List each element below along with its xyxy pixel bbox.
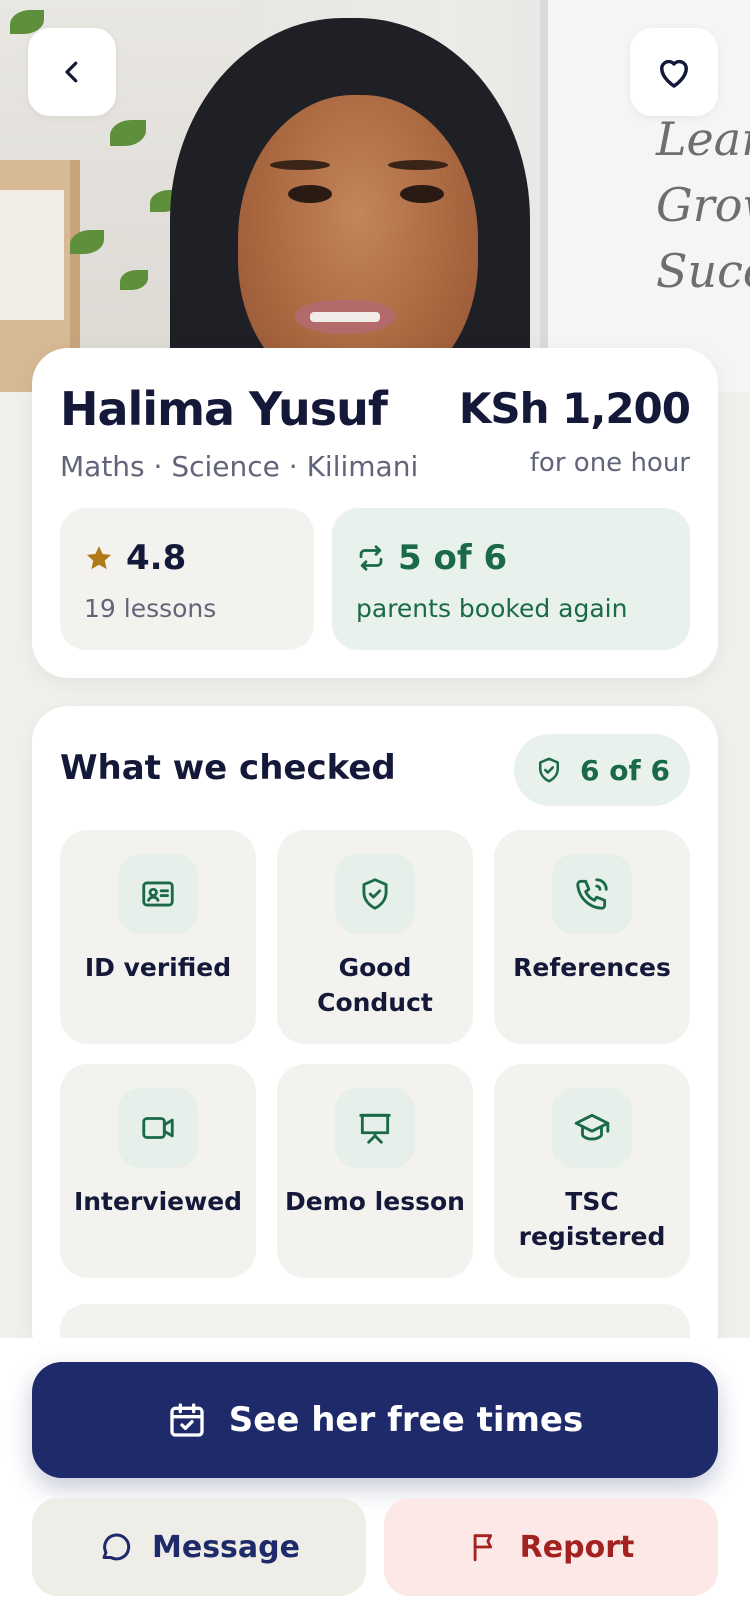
check-tile-id: ID verified xyxy=(60,830,256,1044)
check-tile-conduct: Good Conduct xyxy=(277,830,473,1044)
presentation-icon xyxy=(359,1113,391,1144)
chevron-left-icon xyxy=(65,61,78,83)
calendar-check-icon xyxy=(170,1403,204,1437)
tile-icon-wrap xyxy=(552,854,632,934)
shield-check-icon xyxy=(539,757,560,783)
tile-icon-wrap xyxy=(552,1088,632,1168)
photo-shelf-inner xyxy=(0,190,64,320)
rebook-value: 5 of 6 xyxy=(398,538,508,578)
check-tile-interviewed: Interviewed xyxy=(60,1064,256,1278)
tutor-subjects: Maths · Science · Kilimani xyxy=(60,450,419,483)
checks-title: What we checked xyxy=(60,748,396,788)
tile-icon-wrap xyxy=(335,1088,415,1168)
photo-eye xyxy=(400,185,444,203)
see-free-times-button[interactable]: See her free times xyxy=(32,1362,718,1478)
check-label: Demo lesson xyxy=(285,1187,465,1216)
check-tile-references: References xyxy=(494,830,690,1044)
profile-card: Halima Yusuf KSh 1,200 Maths · Science ·… xyxy=(32,348,718,678)
check-tile-demo: Demo lesson xyxy=(277,1064,473,1278)
photo-brow xyxy=(388,160,448,170)
board-word: Lear xyxy=(656,112,750,166)
tile-icon-wrap xyxy=(118,1088,198,1168)
check-label: References xyxy=(513,953,671,982)
heart-outline-icon xyxy=(660,59,688,88)
check-label: TSC registered xyxy=(518,1187,666,1251)
favorite-button[interactable] xyxy=(630,28,718,116)
rebook-stat: 5 of 6 parents booked again xyxy=(332,508,690,650)
phone-icon xyxy=(576,878,608,910)
checks-card: What we checked 6 of 6 ID verified Good … xyxy=(32,706,718,1384)
checks-count: 6 of 6 xyxy=(580,753,670,787)
back-button[interactable] xyxy=(28,28,116,116)
price-caption: for one hour xyxy=(529,448,690,478)
rating-value: 4.8 xyxy=(126,538,187,578)
message-label: Message xyxy=(152,1529,300,1565)
check-label: Interviewed xyxy=(73,1187,243,1216)
tutor-name: Halima Yusuf xyxy=(60,382,388,436)
shield-check-icon xyxy=(362,878,388,910)
graduation-cap-icon xyxy=(574,1113,610,1141)
checks-badge: 6 of 6 xyxy=(514,734,690,806)
tile-icon-wrap xyxy=(118,854,198,934)
message-button[interactable]: Message xyxy=(32,1498,366,1596)
check-label: ID verified xyxy=(84,953,232,982)
photo-teeth xyxy=(310,312,380,322)
photo-brow xyxy=(270,160,330,170)
report-label: Report xyxy=(519,1529,635,1565)
tutor-price: KSh 1,200 xyxy=(458,384,691,433)
repeat-icon xyxy=(359,545,383,571)
board-word: Grow xyxy=(656,178,750,232)
see-free-times-label: See her free times xyxy=(228,1400,584,1440)
photo-eye xyxy=(288,185,332,203)
tile-icon-wrap xyxy=(335,854,415,934)
star-icon xyxy=(86,546,112,570)
action-bar: See her free times Message Report xyxy=(0,1338,750,1624)
rating-caption: 19 lessons xyxy=(84,594,217,623)
board-word: Succ xyxy=(656,244,750,298)
id-card-icon xyxy=(142,881,174,907)
check-label: Good Conduct xyxy=(317,953,433,1017)
report-button[interactable]: Report xyxy=(384,1498,718,1596)
rating-stat: 4.8 19 lessons xyxy=(60,508,314,650)
check-tile-tsc: TSC registered xyxy=(494,1064,690,1278)
chat-bubble-icon xyxy=(102,1533,131,1561)
flag-icon xyxy=(473,1534,492,1562)
rebook-caption: parents booked again xyxy=(356,594,628,623)
video-icon xyxy=(142,1117,174,1139)
